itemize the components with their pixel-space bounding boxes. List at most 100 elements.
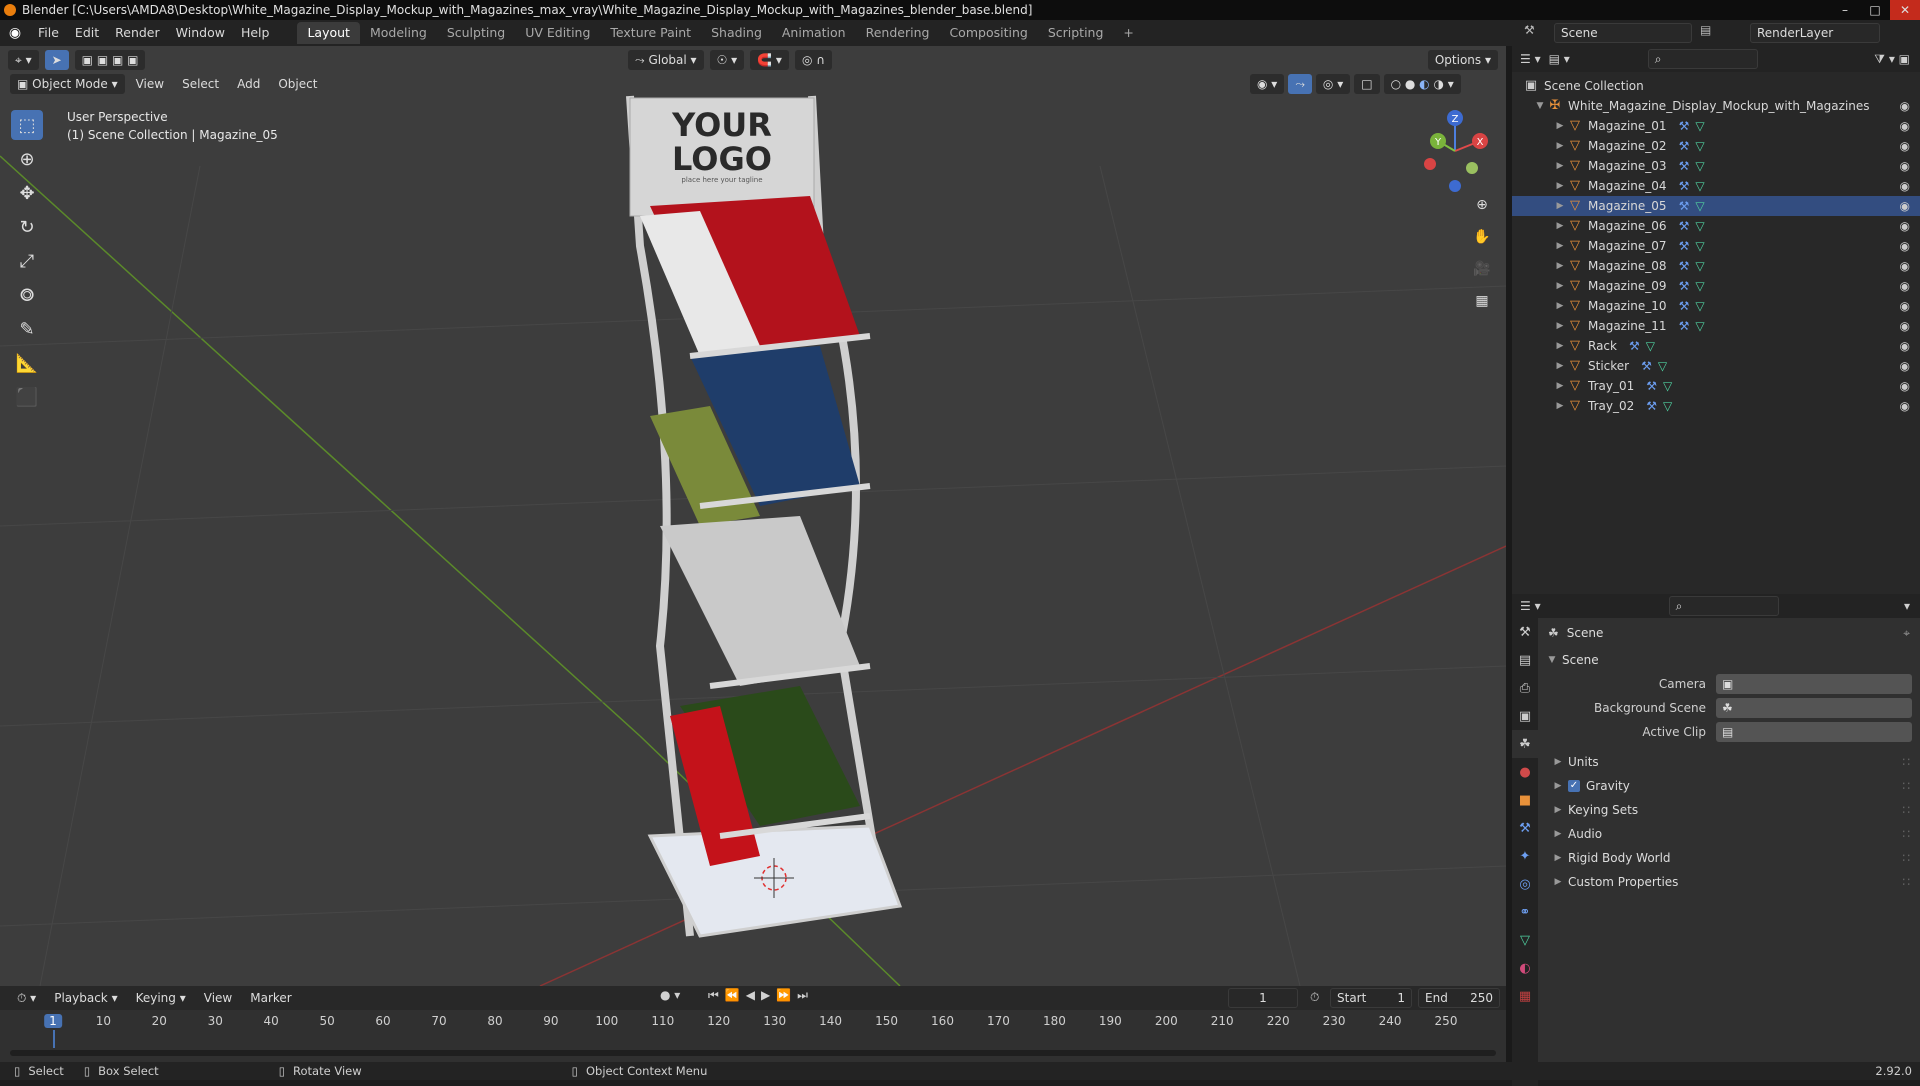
eye-icon[interactable]: ◉ xyxy=(1900,179,1910,193)
mesh-data-icon[interactable]: ▽ xyxy=(1695,279,1704,293)
outliner-item[interactable]: ▶ ▽ Magazine_11 ⚒ ▽ ◉ xyxy=(1512,316,1920,336)
eye-icon[interactable]: ◉ xyxy=(1900,299,1910,313)
select-box-tool-icon[interactable]: ⬚ xyxy=(11,110,43,140)
modifier-icon[interactable]: ⚒ xyxy=(1646,399,1657,413)
menu-file[interactable]: File xyxy=(30,20,67,46)
expand-triangle-icon[interactable]: ▶ xyxy=(1554,341,1566,351)
minimize-button[interactable]: – xyxy=(1830,0,1860,20)
property-section[interactable]: ▶ Custom Properties ∷ xyxy=(1538,870,1920,894)
eye-icon[interactable]: ◉ xyxy=(1900,199,1910,213)
property-section[interactable]: ▶ Keying Sets ∷ xyxy=(1538,798,1920,822)
eye-icon[interactable]: ◉ xyxy=(1900,99,1910,113)
transform-orientation-dropdown[interactable]: ⤳ Global ▾ xyxy=(628,50,704,70)
mesh-data-icon[interactable]: ▽ xyxy=(1663,379,1672,393)
add-cube-tool-icon[interactable]: ⬛ xyxy=(11,382,43,412)
modifier-icon[interactable]: ⚒ xyxy=(1679,239,1690,253)
expand-triangle-icon[interactable]: ▶ xyxy=(1554,241,1566,251)
ortho-grid-icon[interactable]: ▦ xyxy=(1469,288,1495,314)
gravity-checkbox[interactable]: ✓ xyxy=(1568,780,1580,792)
object-tab-icon[interactable]: ■ xyxy=(1512,786,1538,814)
physics-tab-icon[interactable]: ◎ xyxy=(1512,870,1538,898)
tab-animation[interactable]: Animation xyxy=(772,22,856,44)
zoom-icon[interactable]: ⊕ xyxy=(1469,192,1495,218)
eye-icon[interactable]: ◉ xyxy=(1900,339,1910,353)
mesh-data-icon[interactable]: ▽ xyxy=(1695,219,1704,233)
blender-menu-icon[interactable]: ◉ xyxy=(0,25,30,41)
property-section[interactable]: ▶ Rigid Body World ∷ xyxy=(1538,846,1920,870)
property-value-field[interactable]: ▤ xyxy=(1716,722,1912,742)
expand-triangle-icon[interactable]: ▶ xyxy=(1554,321,1566,331)
mesh-data-icon[interactable]: ▽ xyxy=(1695,139,1704,153)
drag-handle-icon[interactable]: ∷ xyxy=(1902,803,1910,817)
output-tab-icon[interactable]: ⎙ xyxy=(1512,674,1538,702)
outliner-item[interactable]: ▶ ▽ Magazine_06 ⚒ ▽ ◉ xyxy=(1512,216,1920,236)
drag-handle-icon[interactable]: ∷ xyxy=(1902,851,1910,865)
constraints-tab-icon[interactable]: ⚭ xyxy=(1512,898,1538,926)
drag-handle-icon[interactable]: ∷ xyxy=(1902,875,1910,889)
measure-tool-icon[interactable]: 📐 xyxy=(11,348,43,378)
outliner-item[interactable]: ▶ ▽ Magazine_05 ⚒ ▽ ◉ xyxy=(1512,196,1920,216)
expand-triangle-icon[interactable]: ▼ xyxy=(1534,101,1546,111)
mesh-data-icon[interactable]: ▽ xyxy=(1695,119,1704,133)
modifier-icon[interactable]: ⚒ xyxy=(1641,359,1652,373)
object-mode-dropdown[interactable]: ▣ Object Mode ▾ xyxy=(10,74,125,94)
scene-tab-icon[interactable]: ☘ xyxy=(1512,730,1538,758)
mesh-data-icon[interactable]: ▽ xyxy=(1695,319,1704,333)
outliner-item[interactable]: ▶ ▽ Magazine_10 ⚒ ▽ ◉ xyxy=(1512,296,1920,316)
cursor-tool-icon[interactable]: ⊕ xyxy=(11,144,43,174)
eye-icon[interactable]: ◉ xyxy=(1900,319,1910,333)
modifier-icon[interactable]: ⚒ xyxy=(1629,339,1640,353)
3d-viewport[interactable]: YOUR LOGO place here your tagline ⌖ ▾ ➤ … xyxy=(0,46,1506,986)
modifier-icon[interactable]: ⚒ xyxy=(1679,259,1690,273)
close-button[interactable]: ✕ xyxy=(1890,0,1920,20)
property-section[interactable]: ▶ Audio ∷ xyxy=(1538,822,1920,846)
modifier-tab-icon[interactable]: ⚒ xyxy=(1512,814,1538,842)
shading-modes-icon[interactable]: ○ ● ◐ ◑ ▾ xyxy=(1383,74,1461,94)
viewport-menu-object[interactable]: Object xyxy=(271,74,324,94)
viewport-menu-add[interactable]: Add xyxy=(230,74,267,94)
tab-compositing[interactable]: Compositing xyxy=(939,22,1037,44)
menu-render[interactable]: Render xyxy=(107,20,168,46)
mesh-data-icon[interactable]: ▽ xyxy=(1646,339,1655,353)
tab-sculpting[interactable]: Sculpting xyxy=(437,22,515,44)
mesh-data-icon[interactable]: ▽ xyxy=(1695,179,1704,193)
outliner-item[interactable]: ▶ ▽ Sticker ⚒ ▽ ◉ xyxy=(1512,356,1920,376)
select-tool-button[interactable]: ➤ xyxy=(44,50,69,70)
snap-toggle[interactable]: 🧲 ▾ xyxy=(750,50,789,70)
expand-triangle-icon[interactable]: ▶ xyxy=(1554,381,1566,391)
view-layer-tab-icon[interactable]: ▣ xyxy=(1512,702,1538,730)
mesh-data-icon[interactable]: ▽ xyxy=(1663,399,1672,413)
tab-texture-paint[interactable]: Texture Paint xyxy=(600,22,701,44)
mesh-data-icon[interactable]: ▽ xyxy=(1695,239,1704,253)
expand-triangle-icon[interactable]: ▶ xyxy=(1554,221,1566,231)
outliner-item[interactable]: ▶ ▽ Magazine_08 ⚒ ▽ ◉ xyxy=(1512,256,1920,276)
mesh-data-icon[interactable]: ▽ xyxy=(1695,299,1704,313)
expand-triangle-icon[interactable]: ▶ xyxy=(1554,181,1566,191)
timeline-scrollbar[interactable] xyxy=(10,1050,1496,1056)
pan-hand-icon[interactable]: ✋ xyxy=(1469,224,1495,250)
property-value-field[interactable]: ☘ xyxy=(1716,698,1912,718)
menu-help[interactable]: Help xyxy=(233,20,278,46)
modifier-icon[interactable]: ⚒ xyxy=(1679,139,1690,153)
data-tab-icon[interactable]: ▽ xyxy=(1512,926,1538,954)
world-tab-icon[interactable]: ● xyxy=(1512,758,1538,786)
expand-triangle-icon[interactable]: ▶ xyxy=(1554,141,1566,151)
expand-triangle-icon[interactable]: ▶ xyxy=(1554,201,1566,211)
particles-tab-icon[interactable]: ✦ xyxy=(1512,842,1538,870)
viewport-menu-view[interactable]: View xyxy=(129,74,171,94)
tab-uv-editing[interactable]: UV Editing xyxy=(515,22,600,44)
outliner-item[interactable]: ▶ ▽ Magazine_02 ⚒ ▽ ◉ xyxy=(1512,136,1920,156)
expand-triangle-icon[interactable]: ▶ xyxy=(1554,301,1566,311)
rotate-tool-icon[interactable]: ↻ xyxy=(11,212,43,242)
eye-icon[interactable]: ◉ xyxy=(1900,279,1910,293)
proportional-edit-toggle[interactable]: ◎ ∩ xyxy=(794,50,833,70)
display-mode-icon[interactable]: ▤ ▾ xyxy=(1549,52,1570,66)
outliner-item[interactable]: ▶ ▽ Tray_02 ⚒ ▽ ◉ xyxy=(1512,396,1920,416)
mesh-data-icon[interactable]: ▽ xyxy=(1658,359,1667,373)
modifier-icon[interactable]: ⚒ xyxy=(1679,199,1690,213)
outliner-editor-icon[interactable]: ☰ ▾ xyxy=(1520,52,1541,66)
tab-rendering[interactable]: Rendering xyxy=(856,22,940,44)
render-tab-icon[interactable]: ▤ xyxy=(1512,646,1538,674)
modifier-icon[interactable]: ⚒ xyxy=(1679,299,1690,313)
scene-selector[interactable]: Scene xyxy=(1554,23,1692,43)
